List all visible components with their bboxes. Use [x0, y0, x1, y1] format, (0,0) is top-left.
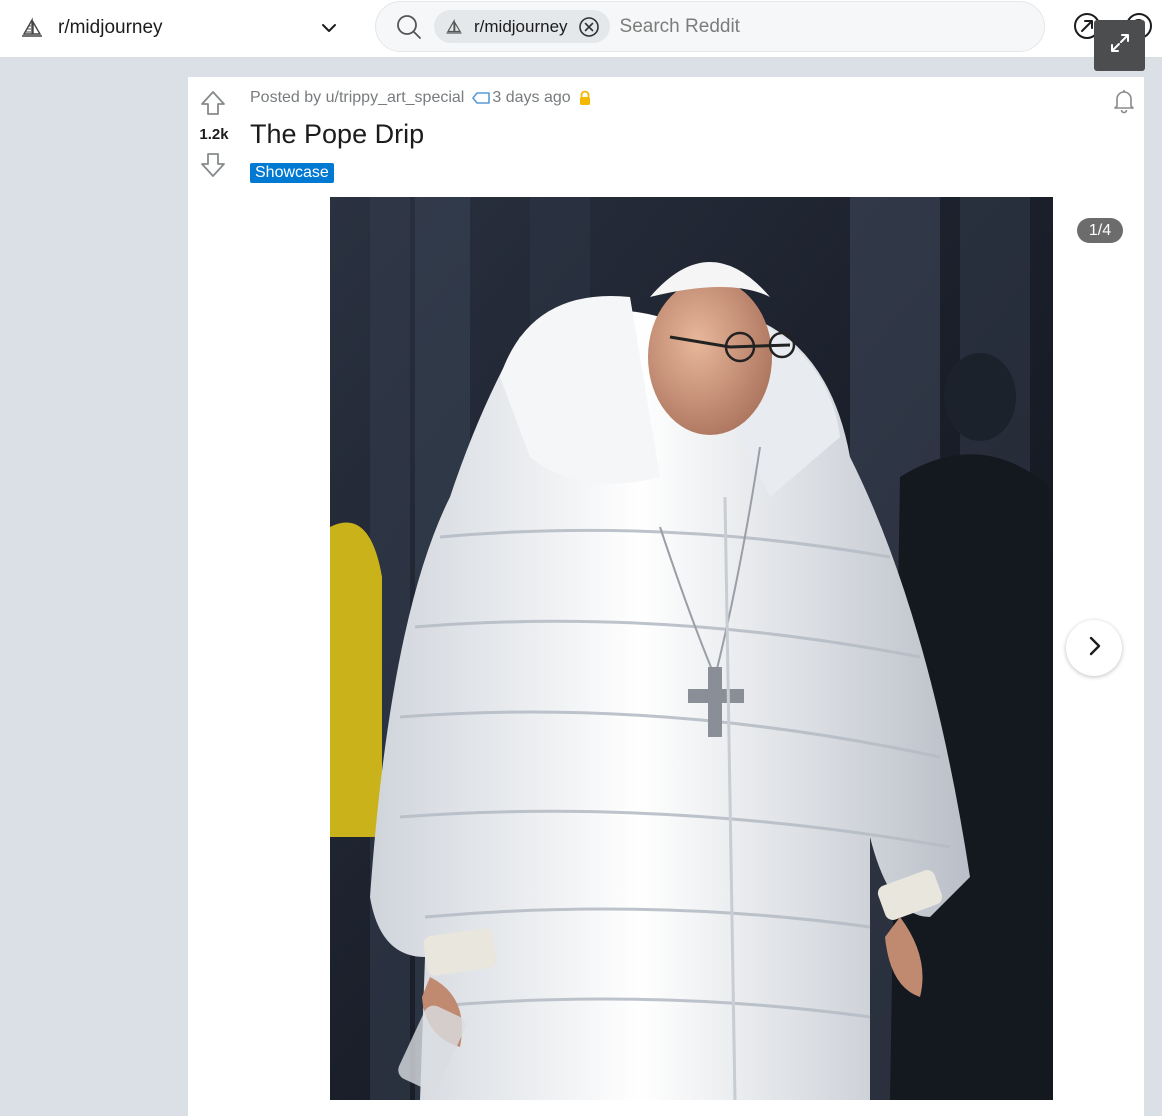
tag-icon [472, 91, 491, 105]
expand-button[interactable] [1094, 20, 1145, 71]
post-meta: Posted by u/trippy_art_special 3 days ag… [250, 89, 593, 107]
sailboat-icon [14, 10, 50, 46]
community-filter-chip[interactable]: r/midjourney [434, 10, 610, 43]
posted-by-label: Posted by [250, 89, 322, 106]
sailboat-icon [442, 15, 466, 39]
bell-icon[interactable] [1110, 87, 1138, 115]
author-link[interactable]: u/trippy_art_special [326, 89, 465, 107]
vote-column: 1.2k [188, 77, 240, 197]
community-switcher[interactable]: r/midjourney [14, 8, 348, 48]
upvote-icon[interactable] [199, 89, 227, 117]
post-image[interactable] [330, 197, 1053, 1100]
gallery-next-button[interactable] [1066, 620, 1122, 676]
expand-icon [1108, 31, 1132, 60]
lock-icon [577, 90, 593, 106]
vote-count: 1.2k [199, 126, 229, 143]
search-bar[interactable]: r/midjourney [375, 1, 1045, 52]
chevron-down-icon[interactable] [318, 17, 340, 39]
search-icon [394, 12, 424, 42]
downvote-icon[interactable] [199, 151, 227, 179]
post-title[interactable]: The Pope Drip [250, 119, 424, 150]
gallery-counter: 1/4 [1077, 218, 1123, 243]
chip-label: r/midjourney [474, 16, 568, 36]
top-bar: r/midjourney r/midjourney [0, 0, 1162, 58]
search-input[interactable] [619, 15, 980, 38]
chevron-right-icon [1082, 634, 1106, 663]
post-age[interactable]: 3 days ago [492, 89, 570, 107]
post-card: 1.2k Posted by u/trippy_art_special 3 da… [188, 77, 1144, 1116]
community-name: r/midjourney [58, 17, 163, 38]
close-icon[interactable] [578, 16, 600, 38]
post-flair[interactable]: Showcase [250, 163, 334, 183]
